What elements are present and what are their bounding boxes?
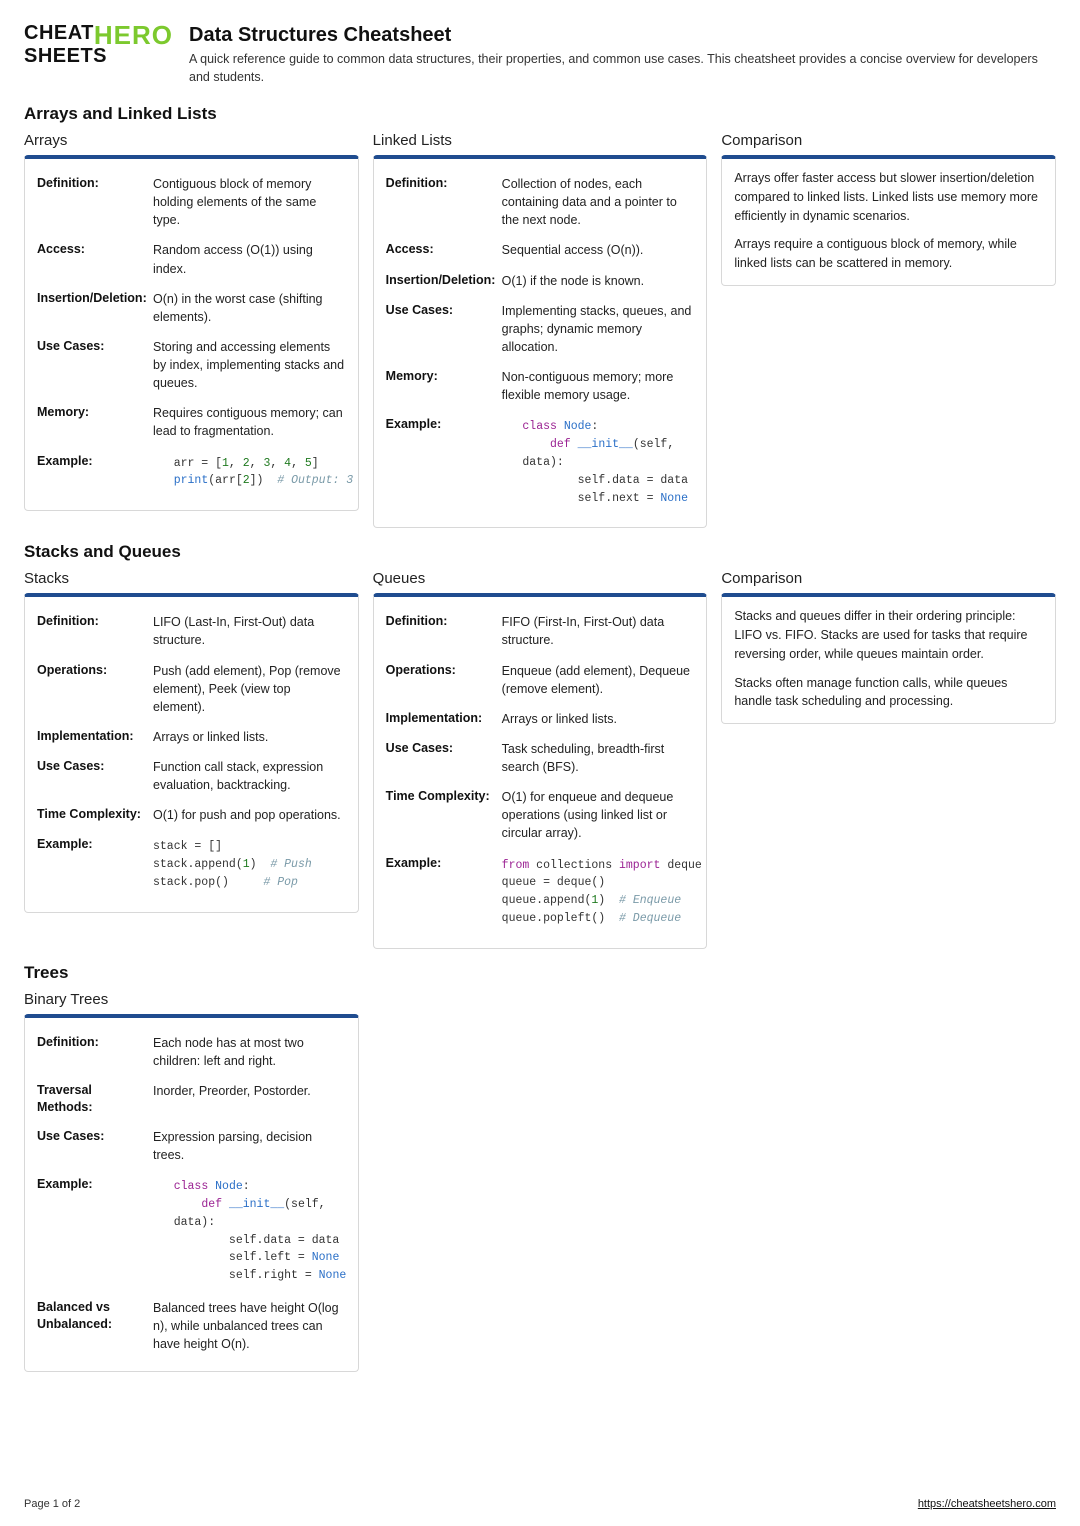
- comparison-text-1: Arrays offer faster access but slower in…: [734, 169, 1043, 225]
- label: Example:: [37, 836, 145, 853]
- label: Use Cases:: [37, 758, 145, 775]
- label: Definition:: [37, 1034, 145, 1051]
- label: Access:: [386, 241, 494, 258]
- value: Push (add element), Pop (remove element)…: [153, 662, 346, 716]
- value: FIFO (First-In, First-Out) data structur…: [502, 613, 695, 649]
- logo-sheets: SHEETS: [24, 47, 173, 65]
- label: Implementation:: [37, 728, 145, 745]
- page-footer: Page 1 of 2 https://cheatsheetshero.com: [24, 1498, 1056, 1510]
- label: Example:: [386, 416, 494, 433]
- value: Random access (O(1)) using index.: [153, 241, 346, 277]
- comparison-card: Stacks and queues differ in their orderi…: [721, 593, 1056, 724]
- value: Expression parsing, decision trees.: [153, 1128, 346, 1164]
- label: Time Complexity:: [386, 788, 494, 805]
- label: Operations:: [386, 662, 494, 679]
- queues-title: Queues: [373, 570, 708, 587]
- label: Example:: [37, 1176, 145, 1193]
- value: Function call stack, expression evaluati…: [153, 758, 346, 794]
- section-trees: Trees: [24, 963, 1056, 983]
- label: Time Complexity:: [37, 806, 145, 823]
- comparison-text-2: Arrays require a contiguous block of mem…: [734, 235, 1043, 273]
- page-header: CHEAT HERO SHEETS Data Structures Cheats…: [24, 24, 1056, 86]
- page-indicator: Page 1 of 2: [24, 1498, 80, 1510]
- section-stacks-queues: Stacks and Queues: [24, 542, 1056, 562]
- label: Balanced vs Unbalanced:: [37, 1299, 145, 1333]
- value: Inorder, Preorder, Postorder.: [153, 1082, 346, 1100]
- comparison-card: Arrays offer faster access but slower in…: [721, 155, 1056, 286]
- comparison-text-2: Stacks often manage function calls, whil…: [734, 674, 1043, 712]
- label: Insertion/Deletion:: [37, 290, 145, 307]
- section-arrays-linked-lists: Arrays and Linked Lists: [24, 104, 1056, 124]
- binary-trees-title: Binary Trees: [24, 991, 359, 1008]
- code-example: class Node: def __init__(self, data): se…: [153, 1176, 346, 1287]
- value: Arrays or linked lists.: [502, 710, 695, 728]
- linked-lists-card: Definition: Collection of nodes, each con…: [373, 155, 708, 528]
- comparison-title: Comparison: [721, 570, 1056, 587]
- label: Definition:: [386, 613, 494, 630]
- stacks-card: Definition: LIFO (Last-In, First-Out) dat…: [24, 593, 359, 913]
- stacks-title: Stacks: [24, 570, 359, 587]
- label: Use Cases:: [37, 1128, 145, 1145]
- logo: CHEAT HERO SHEETS: [24, 24, 173, 65]
- value: Implementing stacks, queues, and graphs;…: [502, 302, 695, 356]
- label: Operations:: [37, 662, 145, 679]
- linked-lists-title: Linked Lists: [373, 132, 708, 149]
- value: Sequential access (O(n)).: [502, 241, 695, 259]
- page-title: Data Structures Cheatsheet: [189, 24, 1056, 47]
- code-example: stack = [] stack.append(1) # Push stack.…: [153, 836, 346, 893]
- label: Example:: [37, 453, 145, 470]
- value: O(1) for push and pop operations.: [153, 806, 346, 824]
- value: Balanced trees have height O(log n), whi…: [153, 1299, 346, 1353]
- label: Access:: [37, 241, 145, 258]
- value: Contiguous block of memory holding eleme…: [153, 175, 346, 229]
- footer-link[interactable]: https://cheatsheetshero.com: [918, 1498, 1056, 1510]
- binary-trees-card: Definition: Each node has at most two chi…: [24, 1014, 359, 1373]
- value: O(n) in the worst case (shifting element…: [153, 290, 346, 326]
- queues-card: Definition: FIFO (First-In, First-Out) da…: [373, 593, 708, 949]
- label: Definition:: [386, 175, 494, 192]
- page-subtitle: A quick reference guide to common data s…: [189, 51, 1056, 86]
- label: Traversal Methods:: [37, 1082, 145, 1116]
- logo-cheat: CHEAT: [24, 24, 94, 47]
- label: Use Cases:: [37, 338, 145, 355]
- value: O(1) for enqueue and dequeue operations …: [502, 788, 695, 842]
- arrays-card: Definition: Contiguous block of memory ho…: [24, 155, 359, 511]
- label: Use Cases:: [386, 740, 494, 757]
- label: Memory:: [386, 368, 494, 385]
- value: Arrays or linked lists.: [153, 728, 346, 746]
- value: O(1) if the node is known.: [502, 272, 695, 290]
- value: Enqueue (add element), Dequeue (remove e…: [502, 662, 695, 698]
- value: Each node has at most two children: left…: [153, 1034, 346, 1070]
- value: Storing and accessing elements by index,…: [153, 338, 346, 392]
- label: Memory:: [37, 404, 145, 421]
- value: LIFO (Last-In, First-Out) data structure…: [153, 613, 346, 649]
- label: Definition:: [37, 613, 145, 630]
- logo-hero: HERO: [94, 24, 173, 47]
- value: Requires contiguous memory; can lead to …: [153, 404, 346, 440]
- value: Collection of nodes, each containing dat…: [502, 175, 695, 229]
- comparison-title: Comparison: [721, 132, 1056, 149]
- value: Task scheduling, breadth-first search (B…: [502, 740, 695, 776]
- code-example: class Node: def __init__(self, data): se…: [502, 416, 695, 509]
- label: Implementation:: [386, 710, 494, 727]
- value: Non-contiguous memory; more flexible mem…: [502, 368, 695, 404]
- code-example: arr = [1, 2, 3, 4, 5] print(arr[2]) # Ou…: [153, 453, 353, 493]
- label: Example:: [386, 855, 494, 872]
- label: Definition:: [37, 175, 145, 192]
- comparison-text-1: Stacks and queues differ in their orderi…: [734, 607, 1043, 663]
- label: Insertion/Deletion:: [386, 272, 494, 289]
- code-example: from collections import deque queue = de…: [502, 855, 702, 930]
- arrays-title: Arrays: [24, 132, 359, 149]
- label: Use Cases:: [386, 302, 494, 319]
